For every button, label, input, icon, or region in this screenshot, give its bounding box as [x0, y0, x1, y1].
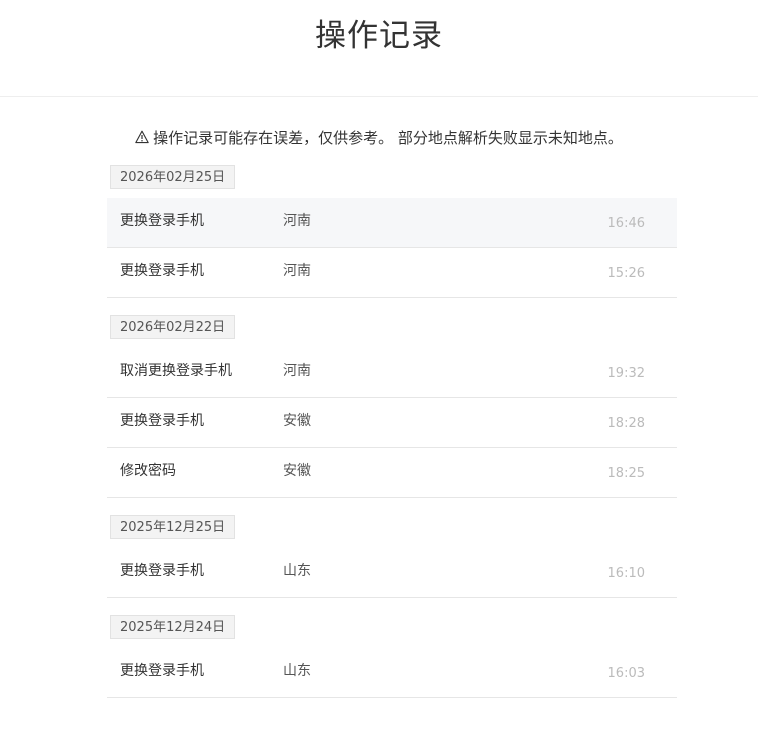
notice-text: 操作记录可能存在误差，仅供参考。 部分地点解析失败显示未知地点。	[153, 129, 623, 147]
page-title: 操作记录	[315, 18, 443, 54]
record-location: 安徽	[283, 463, 311, 479]
date-label: 2026年02月22日	[110, 315, 236, 339]
record-action: 更换登录手机	[120, 563, 204, 579]
record-time: 18:28	[607, 416, 645, 431]
date-group: 2025年12月25日更换登录手机 山东 16:10	[107, 515, 677, 598]
record-action: 更换登录手机	[120, 413, 204, 429]
record-action: 更换登录手机	[120, 263, 204, 279]
record-action: 更换登录手机	[120, 213, 204, 229]
date-header: 2026年02月25日	[107, 165, 677, 198]
date-label: 2026年02月25日	[110, 165, 236, 189]
record-row[interactable]: 修改密码 安徽 18:25	[107, 448, 677, 498]
record-row[interactable]: 更换登录手机 山东 16:10	[107, 548, 677, 598]
records-list: 2026年02月25日 更换登录手机 河南 16:46 更换登录手机 河南 15:26 202…	[107, 165, 677, 698]
record-row[interactable]: 更换登录手机 山东 16:03	[107, 648, 677, 698]
notice-bar: 操作记录可能存在误差，仅供参考。 部分地点解析失败显示未知地点。	[0, 127, 758, 149]
date-header: 2025年12月25日	[107, 515, 677, 548]
record-row[interactable]: 更换登录手机 河南 16:46	[107, 198, 677, 248]
record-time: 19:32	[607, 366, 645, 381]
page-header: 操作记录	[0, 0, 758, 97]
date-group: 2025年12月24日更换登录手机 山东 16:03	[107, 615, 677, 698]
record-action: 取消更换登录手机	[120, 363, 232, 379]
record-location: 安徽	[283, 413, 311, 429]
record-location: 河南	[283, 213, 311, 229]
record-location: 山东	[283, 663, 311, 679]
date-header: 2026年02月22日	[107, 315, 677, 348]
date-label: 2025年12月25日	[110, 515, 236, 539]
record-time: 15:26	[607, 266, 645, 281]
date-label: 2025年12月24日	[110, 615, 236, 639]
record-time: 16:03	[607, 666, 645, 681]
record-row[interactable]: 更换登录手机 安徽 18:28	[107, 398, 677, 448]
record-row[interactable]: 更换登录手机 河南 15:26	[107, 248, 677, 298]
warning-icon	[135, 128, 149, 144]
record-location: 河南	[283, 363, 311, 379]
record-row[interactable]: 取消更换登录手机 河南 19:32	[107, 348, 677, 398]
record-location: 河南	[283, 263, 311, 279]
record-time: 16:10	[607, 566, 645, 581]
record-time: 18:25	[607, 466, 645, 481]
date-group: 2026年02月22日 取消更换登录手机 河南 19:32 更换登录手机 安徽 18:28 修…	[107, 315, 677, 498]
date-group: 2026年02月25日 更换登录手机 河南 16:46 更换登录手机 河南 15:26	[107, 165, 677, 298]
record-time: 16:46	[607, 216, 645, 231]
date-header: 2025年12月24日	[107, 615, 677, 648]
record-location: 山东	[283, 563, 311, 579]
record-action: 更换登录手机	[120, 663, 204, 679]
record-action: 修改密码	[120, 463, 176, 479]
